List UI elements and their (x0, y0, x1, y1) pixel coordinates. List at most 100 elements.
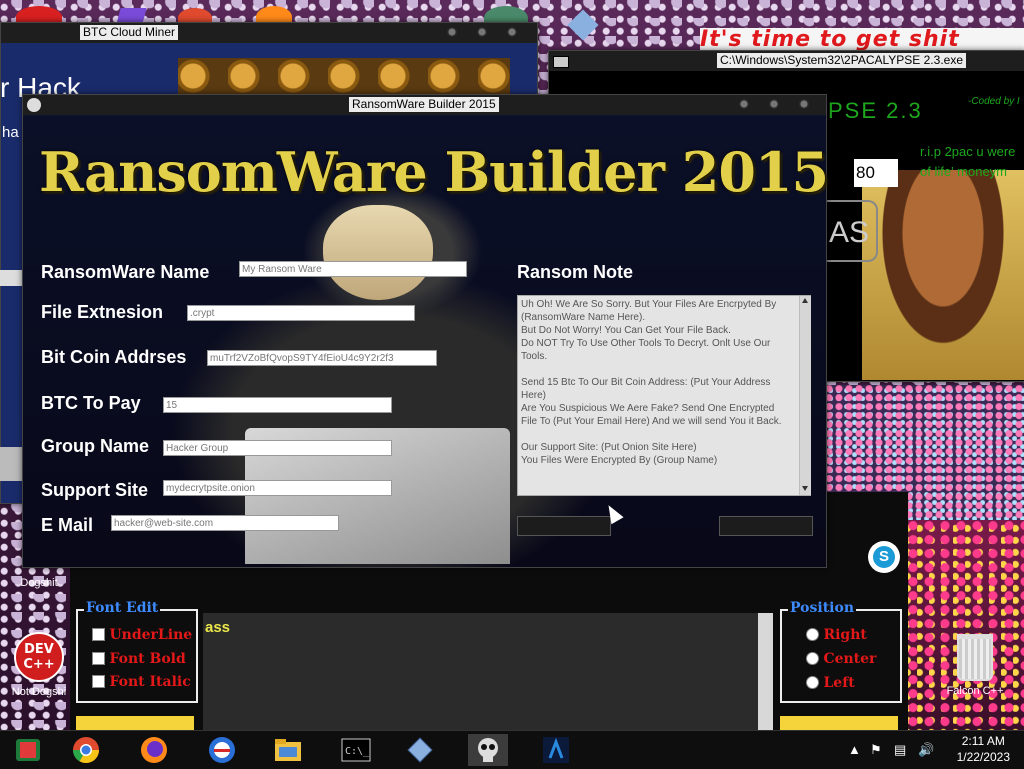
wallpaper-banner-text: It's time to get shit (700, 28, 1024, 50)
ransom-note-label: Ransom Note (517, 262, 634, 282)
desktop-icon-devcpp[interactable]: DEV C++ Not Dogshi (2, 632, 76, 698)
underline-label: UnderLine (109, 627, 193, 643)
volume-icon[interactable]: 🔊 (918, 742, 934, 758)
taskbar-app-file-explorer[interactable] (268, 734, 308, 766)
taskbar-app-chrome[interactable] (66, 734, 106, 766)
scroll-down-icon[interactable] (802, 486, 808, 491)
bold-label: Font Bold (109, 651, 186, 667)
btc-to-pay-label: BTC To Pay (41, 393, 141, 413)
desktop-icon-recycle-bin[interactable]: Falcon C++ (938, 634, 1012, 697)
skull-icon (27, 98, 41, 112)
font-window-bottom-button[interactable] (76, 716, 194, 730)
btc-side-button[interactable] (0, 447, 22, 481)
taskbar-app-vote[interactable] (202, 734, 242, 766)
tablet-icon (16, 739, 40, 761)
close-button[interactable] (799, 99, 809, 109)
rip-text-line-1: r.i.p 2pac u were (920, 144, 1016, 159)
bold-checkbox-row[interactable]: Font Bold (92, 650, 186, 668)
btc-to-pay-input[interactable]: 15 (163, 397, 392, 413)
position-window-bottom-button[interactable] (780, 716, 898, 730)
devcpp-icon-text-2: C++ (23, 657, 55, 672)
editor-scrollbar[interactable] (758, 613, 773, 730)
cmd-window-title: C:\Windows\System32\2PACALYPSE 2.3.exe (717, 53, 966, 68)
taskbar-app-tablet[interactable] (8, 734, 48, 766)
font-edit-title: Font Edit (84, 600, 161, 616)
secondary-button[interactable] (719, 516, 813, 536)
file-extension-label: File Extnesion (41, 302, 164, 322)
recycle-bin-icon (957, 634, 993, 681)
ransomware-builder-logo: RansomWare Builder 2015 (39, 140, 829, 204)
tupac-portrait-image (862, 170, 1024, 380)
center-radio[interactable] (806, 652, 819, 666)
italic-label: Font Italic (109, 674, 191, 690)
recycle-bin-label: Falcon C++ (946, 685, 1004, 697)
center-radio-row[interactable]: Center (806, 650, 876, 668)
maximize-button[interactable] (769, 99, 779, 109)
right-radio[interactable] (806, 628, 819, 642)
2pacalypse-app-title: PSE 2.3 (828, 98, 923, 123)
desktop-icon-dogshit[interactable]: Dogshit (2, 577, 76, 589)
file-extension-input[interactable]: .crypt (187, 305, 415, 321)
bold-checkbox[interactable] (92, 652, 105, 666)
maximize-button[interactable] (477, 27, 487, 37)
underline-checkbox-row[interactable]: UnderLine (92, 626, 192, 644)
network-icon[interactable]: ▤ (894, 742, 906, 758)
email-input[interactable]: hacker@web-site.com (111, 515, 339, 531)
left-radio-row[interactable]: Left (806, 674, 855, 692)
flag-icon[interactable]: ⚑ (870, 742, 882, 758)
ransomware-builder-window[interactable]: RansomWare Builder 2015 RansomWare Build… (22, 94, 829, 568)
clock-time: 2:11 AM (961, 734, 1005, 748)
left-radio[interactable] (806, 676, 819, 690)
taskbar-app-firefox[interactable] (134, 734, 174, 766)
taskbar-app-diamond[interactable] (400, 734, 440, 766)
btc-window-titlebar[interactable]: BTC Cloud Miner (1, 23, 537, 43)
taskbar-app-command-prompt[interactable]: C:\_ (336, 734, 376, 766)
rwb-window-titlebar[interactable]: RansomWare Builder 2015 (23, 95, 826, 115)
rip-text-line-2: of life' moneym (920, 164, 1008, 179)
right-label: Right (823, 627, 867, 643)
dogshit-icon-label: Dogshit (20, 577, 58, 589)
clock-date: 1/22/2023 (956, 750, 1010, 764)
number-input[interactable]: 80 (854, 159, 898, 187)
devcpp-icon: DEV C++ (14, 632, 64, 682)
ransomware-name-input[interactable]: My Ransom Ware (239, 261, 467, 277)
group-name-input[interactable]: Hacker Group (163, 440, 392, 456)
build-button[interactable] (517, 516, 611, 536)
chrome-icon (72, 737, 100, 764)
right-radio-row[interactable]: Right (806, 626, 867, 644)
taskbar: C:\_ ▲ ⚑ ▤ 🔊 2:11 AM 1/22/2023 (0, 730, 1024, 769)
close-button[interactable] (507, 27, 517, 37)
text-editor-area[interactable]: ass (203, 613, 758, 730)
show-hidden-icons-icon[interactable]: ▲ (848, 742, 861, 757)
cmd-icon (553, 56, 569, 68)
ransomware-name-label: RansomWare Name (41, 262, 210, 282)
not-dogshit-icon-label: Not Dogshi (11, 686, 67, 698)
taskbar-app-falcon[interactable] (536, 734, 576, 766)
position-group: Position Right Center Left (780, 600, 902, 703)
italic-checkbox[interactable] (92, 675, 105, 689)
ransom-note-textarea[interactable]: Uh Oh! We Are So Sorry. But Your Files A… (517, 295, 811, 496)
taskbar-app-ransomware-builder[interactable] (468, 734, 508, 766)
ransom-note-scrollbar[interactable] (799, 296, 811, 495)
vote-icon (209, 737, 235, 763)
taskbar-clock[interactable]: 2:11 AM 1/22/2023 (957, 733, 1010, 765)
italic-checkbox-row[interactable]: Font Italic (92, 673, 191, 691)
as-button[interactable]: AS (826, 200, 878, 262)
bitcoin-address-input[interactable]: muTrf2VZoBfQvopS9TY4fEioU4c9Y2r2f3 (207, 350, 437, 366)
firefox-icon (141, 737, 167, 763)
terminal-icon: C:\_ (341, 738, 371, 762)
minimize-button[interactable] (447, 27, 457, 37)
center-label: Center (823, 651, 877, 667)
guy-fawkes-mask-image (323, 205, 433, 300)
btc-side-field[interactable] (0, 270, 22, 286)
folder-icon (275, 739, 301, 761)
bitcoin-address-label: Bit Coin Addrses (41, 347, 187, 367)
skype-icon[interactable] (868, 541, 900, 573)
bitcoin-banner-image (178, 58, 510, 94)
minimize-button[interactable] (739, 99, 749, 109)
support-site-input[interactable]: mydecrytpsite.onion (163, 480, 392, 496)
support-site-label: Support Site (41, 480, 148, 500)
cmd-window-titlebar[interactable]: C:\Windows\System32\2PACALYPSE 2.3.exe (549, 51, 1024, 71)
scroll-up-icon[interactable] (802, 298, 808, 303)
underline-checkbox[interactable] (92, 628, 105, 642)
